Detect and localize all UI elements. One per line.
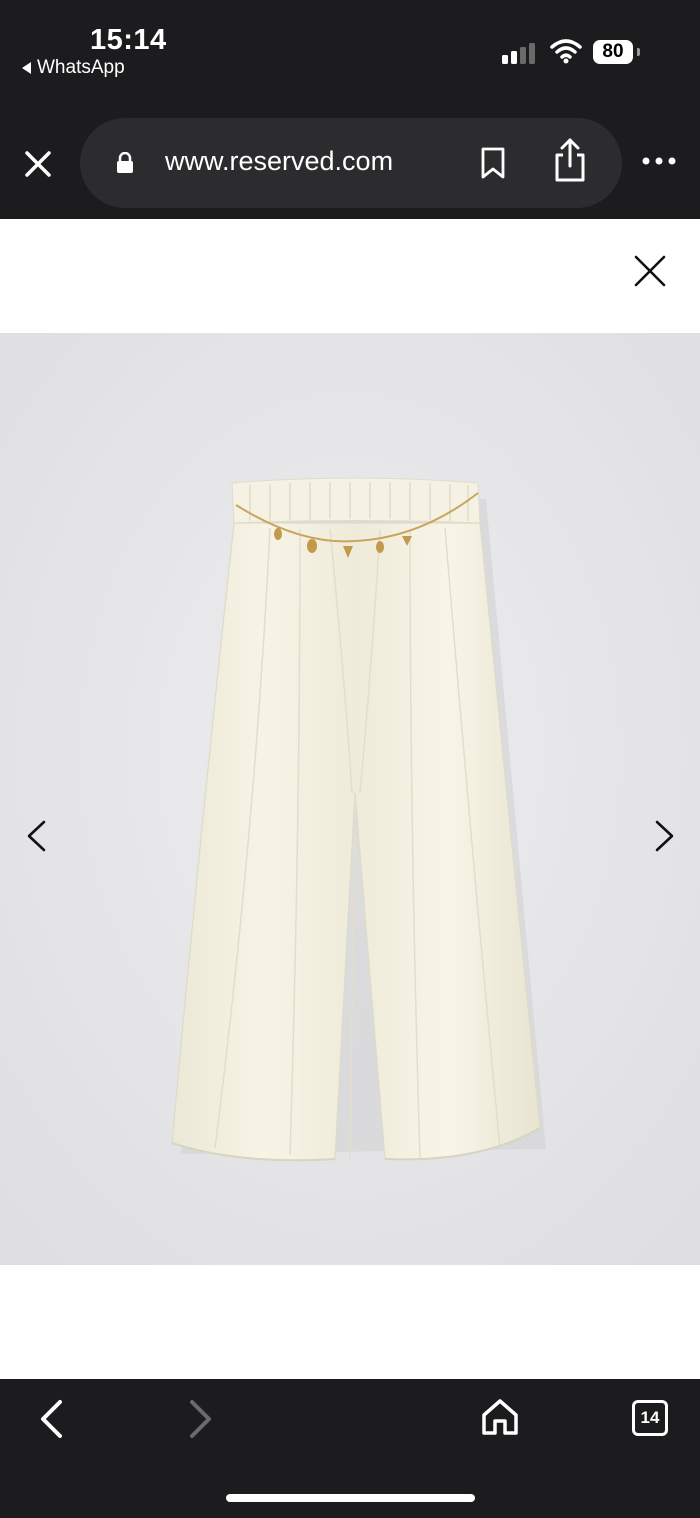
browser-toolbar: 14 (0, 1379, 700, 1518)
tabs-icon[interactable]: 14 (632, 1400, 668, 1436)
browser-url-area: www.reserved.com (0, 110, 700, 219)
product-gallery[interactable] (0, 333, 700, 1265)
home-indicator[interactable] (226, 1494, 475, 1502)
battery-icon: 80 (593, 40, 633, 64)
signal-icon (502, 43, 535, 64)
back-to-app-link[interactable]: WhatsApp (22, 57, 125, 79)
status-time: 15:14 (90, 24, 167, 56)
page-bottom-area (0, 1265, 700, 1379)
wifi-icon (550, 39, 582, 64)
home-icon[interactable] (480, 1397, 520, 1437)
bookmark-icon[interactable] (480, 146, 506, 180)
back-app-label: WhatsApp (37, 57, 125, 78)
forward-icon[interactable] (186, 1399, 216, 1439)
gallery-close-icon[interactable] (632, 253, 668, 289)
back-icon[interactable] (36, 1399, 66, 1439)
product-image (0, 333, 700, 1265)
address-bar[interactable]: www.reserved.com (80, 118, 622, 208)
lock-icon (117, 152, 133, 173)
back-triangle-icon (22, 62, 31, 74)
more-icon[interactable] (642, 157, 676, 165)
share-icon[interactable] (552, 136, 588, 184)
chevron-right-icon[interactable] (653, 819, 677, 853)
close-icon[interactable] (22, 148, 54, 180)
url-text[interactable]: www.reserved.com (165, 146, 393, 177)
status-bar: 15:14 WhatsApp 80 (0, 0, 700, 110)
chevron-left-icon[interactable] (24, 819, 48, 853)
battery-tip (637, 48, 640, 56)
gallery-header (0, 219, 700, 333)
